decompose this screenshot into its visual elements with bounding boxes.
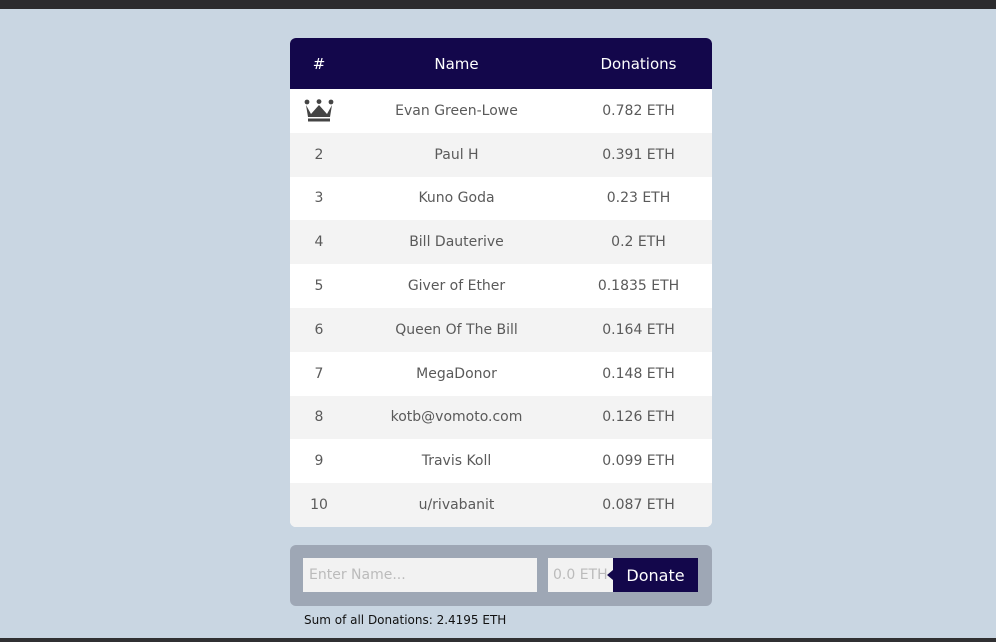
rank-number: 3: [314, 190, 324, 207]
table-row: 5 Giver of Ether 0.1835 ETH: [290, 264, 712, 308]
donor-name: Paul H: [434, 146, 479, 163]
donor-name: Giver of Ether: [407, 278, 506, 295]
rank-number: 6: [314, 321, 324, 338]
donate-panel: Donate: [290, 545, 712, 606]
leaderboard-table: # Name Donations Evan Green-Lowe 0.782 E…: [290, 38, 712, 527]
donor-name: MegaDonor: [416, 365, 497, 382]
rank-number: 4: [314, 234, 324, 251]
rank-number: 2: [314, 146, 324, 163]
table-body: Evan Green-Lowe 0.782 ETH 2 Paul H 0.391…: [290, 89, 712, 527]
donation-amount: 0.126 ETH: [602, 409, 675, 426]
table-row: 7 MegaDonor 0.148 ETH: [290, 351, 712, 396]
table-row: 10 u/rivabanit 0.087 ETH: [290, 483, 712, 527]
donor-name: kotb@vomoto.com: [390, 409, 523, 426]
donations-sum: Sum of all Donations: 2.4195 ETH: [304, 613, 507, 627]
donor-name: Travis Koll: [421, 453, 492, 470]
donor-name: u/rivabanit: [418, 497, 495, 514]
donation-amount: 0.782 ETH: [602, 102, 675, 119]
table-row: 3 Kuno Goda 0.23 ETH: [290, 176, 712, 221]
table-header: # Name Donations: [290, 38, 712, 89]
table-row: 4 Bill Dauterive 0.2 ETH: [290, 220, 712, 265]
rank-number: 9: [314, 453, 324, 470]
eth-amount-input[interactable]: [548, 558, 613, 592]
table-row: 9 Travis Koll 0.099 ETH: [290, 439, 712, 484]
donate-button[interactable]: Donate: [607, 558, 698, 592]
donor-name-input[interactable]: [303, 558, 537, 592]
rank-number: 8: [314, 409, 324, 426]
donation-amount: 0.164 ETH: [602, 321, 675, 338]
donation-amount: 0.23 ETH: [606, 190, 671, 207]
rank-number: 5: [314, 278, 324, 295]
donation-amount: 0.099 ETH: [602, 453, 675, 470]
donation-amount: 0.2 ETH: [611, 234, 666, 251]
table-row: Evan Green-Lowe 0.782 ETH: [290, 89, 712, 133]
crown-icon: [290, 99, 348, 123]
donor-name: Kuno Goda: [418, 190, 495, 207]
donation-amount: 0.148 ETH: [602, 365, 675, 382]
donor-name: Queen Of The Bill: [395, 321, 518, 338]
table-row: 8 kotb@vomoto.com 0.126 ETH: [290, 395, 712, 440]
table-row: 2 Paul H 0.391 ETH: [290, 132, 712, 177]
donation-amount: 0.391 ETH: [602, 146, 675, 163]
header-rank: #: [312, 54, 326, 73]
donation-amount: 0.087 ETH: [602, 497, 675, 514]
rank-number: 10: [310, 497, 328, 514]
window-bottom-bar: [0, 638, 996, 642]
rank-number: 7: [314, 365, 324, 382]
donor-name: Evan Green-Lowe: [395, 102, 518, 119]
window-top-bar: [0, 0, 996, 9]
table-row: 6 Queen Of The Bill 0.164 ETH: [290, 307, 712, 352]
donor-name: Bill Dauterive: [409, 234, 504, 251]
header-donations: Donations: [600, 54, 677, 73]
donation-amount: 0.1835 ETH: [597, 278, 680, 295]
header-name: Name: [434, 54, 479, 73]
